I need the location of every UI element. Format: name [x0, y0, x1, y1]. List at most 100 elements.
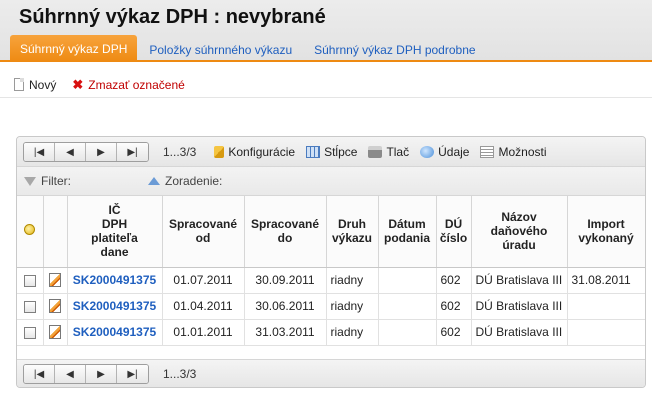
- row-checkbox[interactable]: [23, 274, 36, 287]
- row-edit-cell: [43, 293, 68, 320]
- col-header-line: IČ: [108, 203, 121, 218]
- filter-bar: Filter: Zoradenie:: [17, 167, 645, 196]
- cell-urad: DÚ Bratislava III: [471, 267, 568, 294]
- toolbar: Nový ✖ Zmazať označené: [0, 72, 652, 98]
- col-header-line: DPH: [101, 217, 128, 232]
- cell-datum: [378, 319, 437, 346]
- cell-do: 30.06.2011: [244, 293, 327, 320]
- col-header-line: daňového: [490, 224, 548, 239]
- page-title: Súhrnný výkaz DPH : nevybrané: [19, 6, 326, 28]
- col-header-line: platiteľa: [91, 231, 138, 246]
- col-header-line: výkazu: [331, 231, 373, 246]
- row-edit-cell: [43, 267, 68, 294]
- config-label: Konfigurácie: [228, 144, 296, 159]
- col-header-line: podania: [383, 231, 430, 246]
- tab-podrobne[interactable]: Súhrnný výkaz DPH podrobne: [304, 37, 485, 62]
- options-label: Možnosti: [498, 144, 547, 159]
- ic-dph-link[interactable]: SK2000491375: [67, 319, 163, 346]
- print-icon: [368, 145, 383, 158]
- cell-od: 01.04.2011: [162, 293, 245, 320]
- table-row[interactable]: SK2000491375 01.07.2011 30.09.2011 riadn…: [17, 267, 645, 294]
- cell-od: 01.01.2011: [162, 319, 245, 346]
- row-checkbox[interactable]: [23, 326, 36, 339]
- col-header-line: Druh: [338, 217, 366, 232]
- delete-button-label: Zmazať označené: [88, 77, 185, 92]
- col-header-line: dane: [100, 245, 129, 260]
- col-header-line: Dátum: [388, 217, 426, 232]
- next-page-button[interactable]: ▶: [86, 142, 117, 161]
- table-row[interactable]: SK2000491375 01.04.2011 30.06.2011 riadn…: [17, 293, 645, 320]
- cell-import: 31.08.2011: [567, 267, 645, 294]
- ic-dph-link[interactable]: SK2000491375: [67, 293, 163, 320]
- cell-du: 602: [436, 267, 472, 294]
- col-header-spracovane-od[interactable]: Spracované od: [162, 196, 245, 268]
- row-checkbox[interactable]: [23, 300, 36, 313]
- table-header-row: IČ DPH platiteľa dane Spracované od Spra…: [17, 196, 645, 268]
- col-header-line: číslo: [439, 231, 468, 246]
- ic-dph-link[interactable]: SK2000491375: [67, 267, 163, 294]
- delete-icon: ✖: [72, 77, 84, 92]
- col-header-datum-podania[interactable]: Dátum podania: [378, 196, 437, 268]
- page-header: Súhrnný výkaz DPH : nevybrané Súhrnný vý…: [0, 0, 652, 62]
- edit-icon[interactable]: [49, 325, 61, 340]
- data-icon: [420, 145, 435, 158]
- delete-selected-button[interactable]: ✖ Zmazať označené: [72, 78, 184, 92]
- col-header-import-vykonany[interactable]: Import vykonaný: [567, 196, 645, 268]
- filter-toggle[interactable]: Filter:: [24, 174, 148, 188]
- data-button[interactable]: Údaje: [420, 145, 469, 159]
- col-header-line: úradu: [502, 238, 536, 253]
- first-page-button-bottom[interactable]: |◀: [24, 364, 55, 383]
- pager-buttons-bottom: |◀ ◀ ▶ ▶|: [23, 363, 149, 384]
- col-header-du-cislo[interactable]: DÚ číslo: [436, 196, 472, 268]
- columns-button[interactable]: Stĺpce: [306, 145, 357, 159]
- last-page-button-bottom[interactable]: ▶|: [117, 364, 148, 383]
- cell-import: [567, 293, 645, 320]
- col-header-nazov-uradu[interactable]: Názov daňového úradu: [471, 196, 568, 268]
- options-icon: [480, 145, 495, 158]
- config-button[interactable]: Konfigurácie: [214, 145, 295, 159]
- col-header-line: Názov: [501, 210, 537, 225]
- row-checkbox-cell: [17, 293, 44, 320]
- tab-polozky[interactable]: Položky súhrnného výkazu: [139, 37, 302, 62]
- pager-bottom: |◀ ◀ ▶ ▶| 1...3/3: [17, 359, 645, 387]
- col-header-spracovane-do[interactable]: Spracované do: [244, 196, 327, 268]
- tab-suhrnny-vykaz[interactable]: Súhrnný výkaz DPH: [10, 35, 138, 62]
- new-button[interactable]: Nový: [14, 78, 56, 92]
- select-all-header[interactable]: [17, 196, 44, 268]
- col-header-druh-vykazu[interactable]: Druh výkazu: [326, 196, 379, 268]
- col-header-ic-dph[interactable]: IČ DPH platiteľa dane: [67, 196, 163, 268]
- row-edit-cell: [43, 319, 68, 346]
- cell-datum: [378, 293, 437, 320]
- first-page-button[interactable]: |◀: [24, 142, 55, 161]
- filter-label: Filter:: [41, 174, 71, 188]
- cell-du: 602: [436, 319, 472, 346]
- print-button[interactable]: Tlač: [368, 145, 409, 159]
- next-page-button-bottom[interactable]: ▶: [86, 364, 117, 383]
- prev-page-button-bottom[interactable]: ◀: [55, 364, 86, 383]
- cell-druh: riadny: [326, 319, 379, 346]
- columns-icon: [306, 145, 321, 158]
- pager-info: 1...3/3: [163, 144, 197, 159]
- data-label: Údaje: [438, 144, 470, 159]
- edit-icon[interactable]: [49, 299, 61, 314]
- col-header-line: Spracované: [168, 217, 238, 232]
- cell-urad: DÚ Bratislava III: [471, 293, 568, 320]
- last-page-button[interactable]: ▶|: [117, 142, 148, 161]
- options-button[interactable]: Možnosti: [480, 144, 547, 159]
- print-label: Tlač: [386, 144, 410, 159]
- tab-bar: Súhrnný výkaz DPH Položky súhrnného výka…: [10, 35, 488, 62]
- col-header-line: vykonaný: [578, 231, 634, 246]
- pager-info-bottom: 1...3/3: [163, 366, 197, 381]
- columns-label: Stĺpce: [324, 144, 358, 159]
- pager-buttons: |◀ ◀ ▶ ▶|: [23, 141, 149, 162]
- edit-icon[interactable]: [49, 273, 61, 288]
- cell-druh: riadny: [326, 293, 379, 320]
- cell-do: 31.03.2011: [244, 319, 327, 346]
- col-header-line: od: [195, 231, 211, 246]
- pager-top: |◀ ◀ ▶ ▶| 1...3/3 Konfigurácie Stĺpce Tl…: [17, 137, 645, 167]
- cell-do: 30.09.2011: [244, 267, 327, 294]
- prev-page-button[interactable]: ◀: [55, 142, 86, 161]
- table-row[interactable]: SK2000491375 01.01.2011 31.03.2011 riadn…: [17, 319, 645, 346]
- sort-toggle[interactable]: Zoradenie:: [148, 174, 222, 188]
- cell-urad: DÚ Bratislava III: [471, 319, 568, 346]
